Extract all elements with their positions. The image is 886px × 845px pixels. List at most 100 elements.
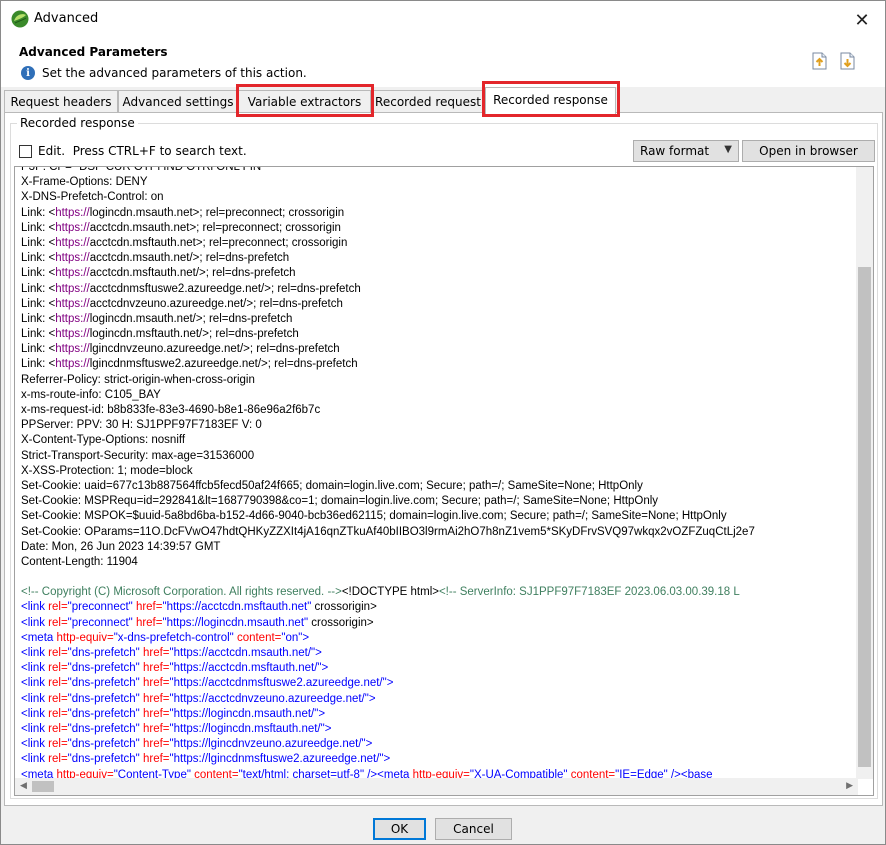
response-line-segment: https:// <box>55 312 90 325</box>
response-line-segment: "preconnect" <box>67 601 136 614</box>
response-line: x-ms-request-id: b8b833fe-83e3-4690-b8e1… <box>21 403 859 418</box>
response-line: <link rel="preconnect" href="https://acc… <box>21 600 859 615</box>
response-line-segment: > <box>302 631 310 644</box>
response-line: X-DNS-Prefetch-Control: on <box>21 190 859 205</box>
response-line: Link: <https://lgincdnvzeuno.azureedge.n… <box>21 342 859 357</box>
ok-button[interactable]: OK <box>373 818 426 840</box>
response-line-segment: <link <box>21 692 49 705</box>
response-line: X-XSS-Protection: 1; mode=block <box>21 464 859 479</box>
response-line-segment: acctcdnvzeuno.azureedge.net/>; rel=dns-p… <box>89 297 343 310</box>
response-line-segment: Set-Cookie: OParams=11O.DcFVwO47hdtQHKyZ… <box>21 525 755 538</box>
response-line-segment: <link <box>21 722 49 735</box>
response-line: Link: <https://lgincdnmsftuswe2.azureedg… <box>21 357 859 372</box>
response-line-segment: X-XSS-Protection: 1; mode=block <box>21 464 193 477</box>
response-line-segment: <link <box>21 677 49 690</box>
response-line-segment: acctcdnmsftuswe2.azureedge.net/>; rel=dn… <box>89 282 361 295</box>
tab-request-headers[interactable]: Request headers <box>4 90 118 112</box>
vertical-scrollbar-thumb[interactable] <box>858 267 871 767</box>
response-line: Set-Cookie: OParams=11O.DcFVwO47hdtQHKyZ… <box>21 525 859 540</box>
response-line-segment: <link <box>21 738 49 751</box>
response-line-segment: https:// <box>55 221 90 234</box>
response-line-segment: https:// <box>55 252 90 265</box>
tab-variable-extractors[interactable]: Variable extractors <box>238 90 371 112</box>
response-line: PPServer: PPV: 30 H: SJ1PPF97F7183EF V: … <box>21 418 859 433</box>
response-line: Link: <https://acctcdn.msauth.net>; rel=… <box>21 221 859 236</box>
response-line-segment: href= <box>142 677 170 690</box>
response-line-segment: https:// <box>55 297 90 310</box>
scroll-left-arrow-icon[interactable]: ◀ <box>20 781 27 791</box>
horizontal-scrollbar[interactable]: ◀ ▶ <box>15 778 858 795</box>
response-line: X-Content-Type-Options: nosniff <box>21 433 859 448</box>
chevron-down-icon: ▼ <box>724 144 732 155</box>
tab-panel-recorded-response: Recorded response Edit. Press CTRL+F to … <box>4 112 883 806</box>
scroll-right-arrow-icon[interactable]: ▶ <box>846 781 853 791</box>
response-line: Link: <https://acctcdn.msftauth.net/>; r… <box>21 266 859 281</box>
response-line-segment: x-ms-request-id: b8b833fe-83e3-4690-b8e1… <box>21 404 321 416</box>
response-line-segment: Link: < <box>21 252 56 265</box>
response-line-segment: Link: < <box>21 267 56 280</box>
response-line: X-Frame-Options: DENY <box>21 175 859 190</box>
response-line-segment: <!-- ServerInfo: SJ1PPF97F7183EF 2023.06… <box>438 586 740 599</box>
response-line-segment: Link: < <box>21 206 56 219</box>
leaf-logo-icon <box>11 10 29 28</box>
horizontal-scrollbar-thumb[interactable] <box>32 781 54 792</box>
search-hint: Press CTRL+F to search text. <box>72 144 247 158</box>
response-line-segment: rel= <box>48 722 68 735</box>
response-line-segment: logincdn.msftauth.net/>; rel=dns-prefetc… <box>89 328 299 341</box>
response-line-segment: Link: < <box>21 236 56 249</box>
tab-recorded-request[interactable]: Recorded request <box>371 90 485 112</box>
response-line-segment: https:// <box>55 358 90 371</box>
vertical-scrollbar[interactable] <box>856 167 873 779</box>
response-text: P3P: CP=" DSP CUR OTPi IND OTRi ONL FIN"… <box>21 167 859 782</box>
open-in-browser-button[interactable]: Open in browser <box>742 140 875 162</box>
group-label: Recorded response <box>17 116 138 130</box>
response-line-segment: Referrer-Policy: strict-origin-when-cros… <box>21 373 255 386</box>
format-select[interactable]: Raw format ▼ <box>633 140 739 162</box>
response-line: <link rel="dns-prefetch" href="https://l… <box>21 752 859 767</box>
response-line-segment: <link <box>21 662 49 675</box>
response-line-segment: rel= <box>48 753 68 766</box>
response-line-segment: Set-Cookie: MSPRequ=id=292841&lt=1687790… <box>21 495 659 508</box>
response-line-segment: href= <box>142 753 170 766</box>
response-line: Strict-Transport-Security: max-age=31536… <box>21 449 859 464</box>
response-line-segment: Strict-Transport-Security: max-age=31536… <box>21 449 255 462</box>
response-line-segment: "https://acctcdnmsftuswe2.azureedge.net/… <box>169 677 387 690</box>
response-line-segment: acctcdn.msauth.net/>; rel=dns-prefetch <box>89 252 290 265</box>
response-line: <link rel="dns-prefetch" href="https://a… <box>21 692 859 707</box>
response-line-segment: > <box>383 753 391 766</box>
cancel-button[interactable]: Cancel <box>435 818 512 840</box>
response-line: x-ms-route-info: C105_BAY <box>21 388 859 403</box>
response-line-segment: https:// <box>55 282 90 295</box>
response-line-segment: > <box>315 647 322 659</box>
response-line: <meta http-equiv="x-dns-prefetch-control… <box>21 631 859 646</box>
response-line <box>21 570 859 585</box>
tab-advanced-settings[interactable]: Advanced settings <box>118 90 238 112</box>
response-line-segment: X-Frame-Options: DENY <box>21 176 148 189</box>
response-line-segment: Link: < <box>21 221 56 234</box>
tab-recorded-response[interactable]: Recorded response <box>485 87 616 114</box>
response-line: Link: <https://acctcdnmsftuswe2.azureedg… <box>21 282 859 297</box>
response-line-segment: <link <box>21 601 49 614</box>
response-line-segment: href= <box>142 707 170 720</box>
tab-bar: Request headers Advanced settings Variab… <box>1 87 885 114</box>
response-line-segment: Link: < <box>21 358 56 371</box>
response-line-segment: Date: Mon, 26 Jun 2023 14:39:57 GMT <box>21 540 221 553</box>
response-line-segment: "dns-prefetch" <box>67 707 143 720</box>
response-line-segment: "https://acctcdn.msftauth.net/" <box>169 662 322 675</box>
edit-checkbox[interactable] <box>19 145 32 158</box>
export-icon[interactable] <box>809 50 831 72</box>
response-line-segment: <link <box>21 707 49 720</box>
response-line: <link rel="dns-prefetch" href="https://l… <box>21 707 859 722</box>
response-line-segment: "dns-prefetch" <box>67 677 143 690</box>
response-line: Link: <https://acctcdn.msftauth.net>; re… <box>21 236 859 251</box>
response-line-segment: lgincdnvzeuno.azureedge.net/>; rel=dns-p… <box>89 343 340 356</box>
response-line: Referrer-Policy: strict-origin-when-cros… <box>21 373 859 388</box>
response-line-segment: > <box>386 677 394 690</box>
response-line: Set-Cookie: uaid=677c13b887564ffcb5fecd5… <box>21 479 859 494</box>
response-line-segment: "https://logincdn.msauth.net/" <box>169 707 319 720</box>
close-button[interactable]: ✕ <box>839 1 885 39</box>
response-text-editor[interactable]: P3P: CP=" DSP CUR OTPi IND OTRi ONL FIN"… <box>14 166 874 796</box>
response-line: Link: <https://logincdn.msauth.net/>; re… <box>21 312 859 327</box>
response-line-segment: "dns-prefetch" <box>67 647 143 659</box>
import-icon[interactable] <box>837 50 859 72</box>
